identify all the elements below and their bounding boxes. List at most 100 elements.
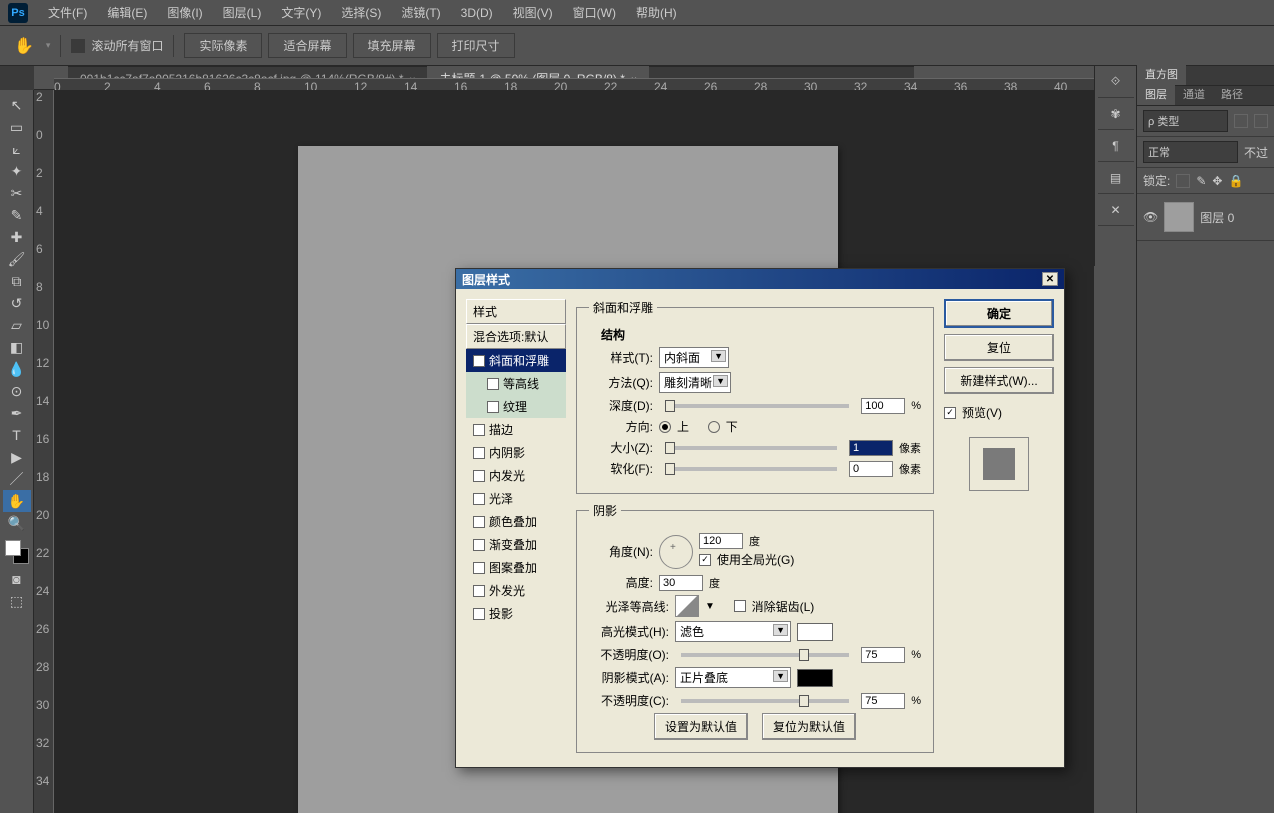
preview-checkbox[interactable] [944,407,956,419]
cancel-button[interactable]: 复位 [944,334,1054,361]
size-input[interactable] [849,440,893,456]
direction-up-radio[interactable] [659,421,671,433]
menu-help[interactable]: 帮助(H) [626,0,687,25]
checkbox-icon[interactable] [473,608,485,620]
actual-pixels-button[interactable]: 实际像素 [184,33,262,58]
menu-edit[interactable]: 编辑(E) [97,0,157,25]
lock-all-icon[interactable]: 🔒 [1228,174,1243,188]
blend-mode-dropdown[interactable]: 正常 [1143,141,1238,163]
highlight-mode-dropdown[interactable]: 滤色 [675,621,791,642]
method-dropdown[interactable]: 雕刻清晰 [659,372,731,393]
style-dropdown[interactable]: 内斜面 [659,347,729,368]
depth-slider[interactable] [665,404,849,408]
checkbox-icon[interactable] [473,585,485,597]
lock-pixels-icon[interactable] [1176,174,1190,188]
menu-layer[interactable]: 图层(L) [213,0,272,25]
menu-image[interactable]: 图像(I) [157,0,212,25]
make-default-button[interactable]: 设置为默认值 [654,713,748,740]
gradient-tool[interactable]: ◧ [3,336,31,358]
rail-char-icon[interactable]: ¶ [1098,130,1134,162]
effect-contour[interactable]: 等高线 [466,372,566,395]
hand-tool[interactable]: ✋ [3,490,31,512]
effect-bevel-emboss[interactable]: 斜面和浮雕 [466,349,566,372]
highlight-opacity-slider[interactable] [681,653,849,657]
new-style-button[interactable]: 新建样式(W)... [944,367,1054,394]
angle-input[interactable] [699,533,743,549]
altitude-input[interactable] [659,575,703,591]
global-light-checkbox[interactable] [699,554,711,566]
effect-color-overlay[interactable]: 颜色叠加 [466,510,566,533]
styles-header[interactable]: 样式 [466,299,566,324]
path-select-tool[interactable]: ▶ [3,446,31,468]
effect-inner-glow[interactable]: 内发光 [466,464,566,487]
dodge-tool[interactable]: ⊙ [3,380,31,402]
rail-adjust-icon[interactable]: ⟐ [1098,66,1134,98]
magic-wand-tool[interactable]: ✦ [3,160,31,182]
layer-row[interactable]: 👁 图层 0 [1137,194,1274,241]
antialiased-checkbox[interactable] [734,600,746,612]
pen-tool[interactable]: ✒ [3,402,31,424]
size-slider[interactable] [665,446,837,450]
checkbox-icon[interactable] [473,447,485,459]
healing-tool[interactable]: ✚ [3,226,31,248]
visibility-icon[interactable]: 👁 [1143,210,1158,224]
filter-icon[interactable] [1254,114,1268,128]
marquee-tool[interactable]: ▭ [3,116,31,138]
shadow-mode-dropdown[interactable]: 正片叠底 [675,667,791,688]
ok-button[interactable]: 确定 [944,299,1054,328]
checkbox-icon[interactable] [473,470,485,482]
menu-type[interactable]: 文字(Y) [271,0,331,25]
menu-3d[interactable]: 3D(D) [451,2,503,24]
tool-flyout-icon[interactable]: ▾ [46,40,51,51]
move-tool[interactable]: ↖ [3,94,31,116]
eraser-tool[interactable]: ▱ [3,314,31,336]
rail-tools-icon[interactable]: ✕ [1098,194,1134,226]
effect-texture[interactable]: 纹理 [466,395,566,418]
menu-select[interactable]: 选择(S) [331,0,391,25]
channels-tab[interactable]: 通道 [1175,83,1213,105]
effect-outer-glow[interactable]: 外发光 [466,579,566,602]
histogram-tab[interactable]: 直方图 [1137,63,1186,85]
shadow-opacity-input[interactable] [861,693,905,709]
close-button[interactable]: ✕ [1042,272,1058,286]
zoom-tool[interactable]: 🔍 [3,512,31,534]
shape-tool[interactable]: ／ [3,468,31,490]
rail-brush-icon[interactable]: ✾ [1098,98,1134,130]
checkbox-icon[interactable] [473,539,485,551]
blur-tool[interactable]: 💧 [3,358,31,380]
preview-checkbox-row[interactable]: 预览(V) [944,404,1054,421]
screenmode-tool[interactable]: ⬚ [3,590,31,612]
rail-swatch-icon[interactable]: ▤ [1098,162,1134,194]
history-brush-tool[interactable]: ↺ [3,292,31,314]
soften-slider[interactable] [665,467,837,471]
checkbox-icon[interactable] [487,378,499,390]
effect-satin[interactable]: 光泽 [466,487,566,510]
checkbox-icon[interactable] [473,355,485,367]
fg-bg-swatch[interactable] [3,538,31,568]
angle-wheel[interactable] [659,535,693,569]
type-tool[interactable]: T [3,424,31,446]
dialog-titlebar[interactable]: 图层样式 ✕ [456,269,1064,289]
crop-tool[interactable]: ✂ [3,182,31,204]
effect-drop-shadow[interactable]: 投影 [466,602,566,625]
reset-default-button[interactable]: 复位为默认值 [762,713,856,740]
filter-type-dropdown[interactable]: ρ 类型 [1143,110,1228,132]
menu-view[interactable]: 视图(V) [503,0,563,25]
soften-input[interactable] [849,461,893,477]
fit-screen-button[interactable]: 适合屏幕 [268,33,346,58]
checkbox-icon[interactable] [473,562,485,574]
checkbox-icon[interactable] [473,516,485,528]
paths-tab[interactable]: 路径 [1213,83,1251,105]
highlight-color-swatch[interactable] [797,623,833,641]
effect-gradient-overlay[interactable]: 渐变叠加 [466,533,566,556]
checkbox-icon[interactable] [487,401,499,413]
depth-input[interactable] [861,398,905,414]
layer-thumbnail[interactable] [1164,202,1194,232]
shadow-opacity-slider[interactable] [681,699,849,703]
filter-icon[interactable] [1234,114,1248,128]
lasso-tool[interactable]: ⟀ [3,138,31,160]
foreground-color[interactable] [5,540,21,556]
fill-screen-button[interactable]: 填充屏幕 [353,33,431,58]
checkbox-icon[interactable] [473,493,485,505]
direction-down-radio[interactable] [708,421,720,433]
